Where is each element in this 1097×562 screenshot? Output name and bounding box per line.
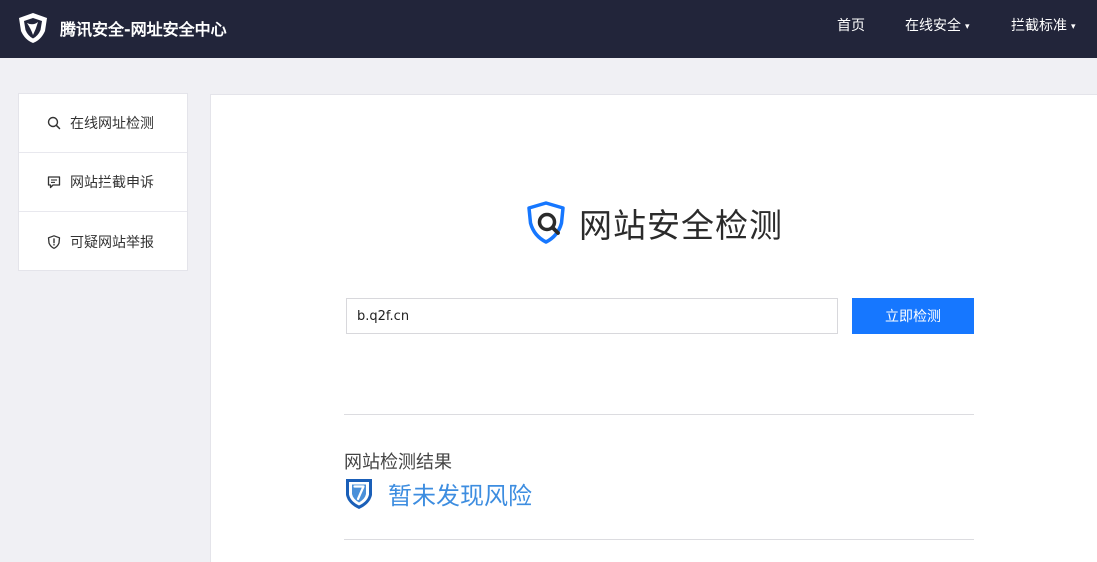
nav-item-home[interactable]: 首页: [837, 0, 865, 58]
shield-safe-icon: [346, 479, 372, 509]
chevron-down-icon: ▾: [965, 22, 970, 32]
search-icon: [47, 116, 61, 130]
divider: [344, 539, 974, 540]
sidebar: 在线网址检测 网站拦截申诉 可疑网站举报: [18, 93, 188, 271]
sidebar-item-report[interactable]: 可疑网站举报: [19, 212, 187, 271]
page-heading: 网站安全检测: [525, 201, 783, 245]
tencent-security-logo-icon: [19, 13, 47, 43]
result-status: 暂未发现风险: [344, 476, 532, 510]
nav-item-label: 拦截标准: [1011, 18, 1067, 34]
chevron-down-icon: ▾: [1071, 22, 1076, 32]
nav-item-label: 在线安全: [905, 18, 961, 34]
sidebar-item-url-check[interactable]: 在线网址检测: [19, 94, 187, 153]
nav-item-online-security[interactable]: 在线安全 ▾: [905, 0, 970, 58]
nav-item-interception-standards[interactable]: 拦截标准 ▾: [1011, 0, 1076, 58]
sidebar-item-label: 网站拦截申诉: [70, 175, 154, 191]
url-input[interactable]: [346, 298, 838, 334]
shield-search-icon: [527, 201, 565, 244]
main-panel: 网站安全检测 立即检测 网站检测结果 暂未发现风险: [210, 94, 1097, 562]
result-status-text: 暂未发现风险: [388, 481, 532, 510]
shield-exclamation-icon: [47, 234, 61, 249]
sidebar-item-appeal[interactable]: 网站拦截申诉: [19, 153, 187, 212]
brand[interactable]: 腾讯安全-网址安全中心: [16, 10, 227, 46]
nav-item-label: 首页: [837, 18, 865, 34]
page-title: 网站安全检测: [579, 206, 783, 245]
chat-bubble-icon: [47, 176, 61, 189]
check-now-button[interactable]: 立即检测: [852, 298, 974, 334]
brand-title: 腾讯安全-网址安全中心: [60, 20, 227, 39]
top-navigation-bar: 腾讯安全-网址安全中心 首页 在线安全 ▾ 拦截标准 ▾: [0, 0, 1097, 58]
sidebar-item-label: 可疑网站举报: [70, 234, 154, 251]
sidebar-item-label: 在线网址检测: [70, 116, 154, 132]
divider: [344, 414, 974, 415]
result-label: 网站检测结果: [344, 452, 452, 473]
